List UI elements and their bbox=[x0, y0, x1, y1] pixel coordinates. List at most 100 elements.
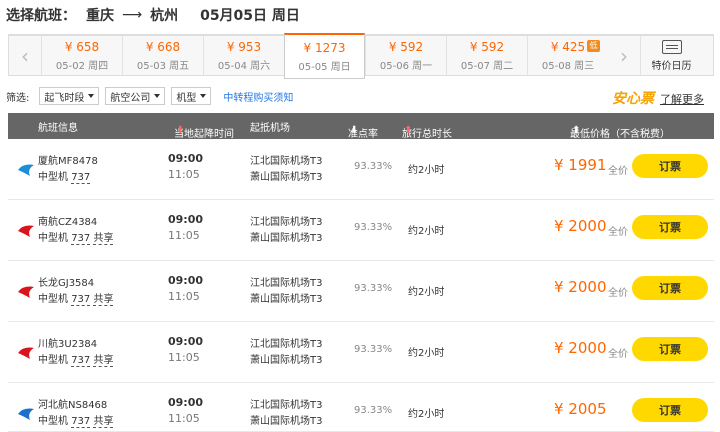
departure-airport: 江北国际机场T3 bbox=[250, 156, 323, 167]
departure-time: 09:00 bbox=[168, 274, 204, 287]
airline-logo-icon bbox=[16, 406, 36, 422]
fare-type-tag: 全价 bbox=[608, 288, 628, 299]
caret-down-icon bbox=[88, 94, 95, 98]
airline-logo-icon bbox=[16, 162, 36, 178]
aircraft-size: 中型机 bbox=[38, 172, 68, 183]
lowest-price: ¥ 2000 bbox=[554, 339, 607, 357]
aircraft-info: 中型机 737 共享 bbox=[38, 412, 114, 428]
origin-city: 重庆 bbox=[86, 8, 114, 24]
aircraft-model[interactable]: 737 bbox=[71, 416, 91, 428]
aircraft-model[interactable]: 737 bbox=[71, 294, 91, 306]
date-cell-0507[interactable]: ¥ 592 05-07 周二 bbox=[446, 36, 527, 75]
flight-row: 长龙GJ3584 中型机 737 共享 09:00 11:05 江北国际机场T3… bbox=[8, 261, 714, 322]
aircraft-model[interactable]: 737 bbox=[71, 172, 91, 184]
airline-flight-number[interactable]: 长龙GJ3584 bbox=[38, 274, 94, 289]
arrival-airport: 萧山国际机场T3 bbox=[250, 233, 323, 244]
aircraft-model[interactable]: 737 bbox=[71, 233, 91, 245]
logo-shape bbox=[18, 164, 34, 176]
date-price: ¥ 425 bbox=[550, 39, 586, 54]
departure-airport: 江北国际机场T3 bbox=[250, 217, 323, 228]
learn-more-link[interactable]: 了解更多 bbox=[660, 91, 704, 107]
ontime-rate: 93.33% bbox=[354, 344, 393, 355]
book-ticket-button[interactable]: 订票 bbox=[632, 276, 708, 300]
book-ticket-button[interactable]: 订票 bbox=[632, 154, 708, 178]
calendar-label: 特价日历 bbox=[651, 60, 692, 72]
codeshare-tag: 共享 bbox=[93, 294, 114, 306]
arrival-airport: 萧山国际机场T3 bbox=[250, 294, 323, 305]
airline-flight-number[interactable]: 河北航NS8468 bbox=[38, 396, 107, 411]
date-cell-0505-active[interactable]: ¥ 1273 05-05 周日 bbox=[284, 33, 365, 79]
caret-down-icon bbox=[154, 94, 161, 98]
aircraft-size: 中型机 bbox=[38, 294, 68, 305]
airline-logo-icon bbox=[16, 345, 36, 361]
date-cell-0506[interactable]: ¥ 592 05-06 周一 bbox=[365, 36, 446, 75]
arrival-airport: 萧山国际机场T3 bbox=[250, 416, 323, 427]
fare-type-tag: 全价 bbox=[608, 349, 628, 360]
book-ticket-button[interactable]: 订票 bbox=[632, 215, 708, 239]
departure-airport: 江北国际机场T3 bbox=[250, 278, 323, 289]
special-price-calendar-button[interactable]: 特价日历 bbox=[640, 36, 702, 75]
lowest-price: ¥ 2000 bbox=[554, 278, 607, 296]
date-label: 05-06 周一 bbox=[379, 60, 433, 72]
filter-option-label: 航空公司 bbox=[110, 92, 151, 104]
date-label: 05-04 周六 bbox=[217, 60, 271, 72]
departure-airport: 江北国际机场T3 bbox=[250, 339, 323, 350]
logo-shape bbox=[18, 286, 34, 298]
logo-shape bbox=[18, 408, 34, 420]
filter-bar: 筛选: 起飞时段 航空公司 机型 中转程购买须知 安心票 了解更多 bbox=[6, 86, 714, 107]
date-cell-0502[interactable]: ¥ 658 05-02 周四 bbox=[41, 36, 122, 75]
date-cell-0504[interactable]: ¥ 953 05-04 周六 bbox=[203, 36, 284, 75]
date-price: ¥ 1273 bbox=[303, 40, 346, 55]
filter-option-label: 起飞时段 bbox=[44, 92, 85, 104]
arrival-airport: 萧山国际机场T3 bbox=[250, 172, 323, 183]
aircraft-model[interactable]: 737 bbox=[71, 355, 91, 367]
airline-logo-icon bbox=[16, 284, 36, 300]
calendar-icon bbox=[661, 39, 682, 54]
travel-duration: 约2小时 bbox=[408, 409, 445, 420]
filter-label: 筛选: bbox=[6, 92, 30, 104]
anxin-ticket-logo: 安心票 bbox=[612, 91, 654, 107]
title-label: 选择航班： bbox=[6, 8, 76, 24]
lowest-price: ¥ 2005 bbox=[554, 400, 607, 418]
book-ticket-button[interactable]: 订票 bbox=[632, 398, 708, 422]
ontime-rate: 93.33% bbox=[354, 161, 393, 172]
aircraft-type-filter[interactable]: 机型 bbox=[171, 87, 212, 105]
flight-row: 南航CZ4384 中型机 737 共享 09:00 11:05 江北国际机场T3… bbox=[8, 200, 714, 261]
book-ticket-button[interactable]: 订票 bbox=[632, 337, 708, 361]
sort-arrow-icon: ⬆ bbox=[404, 125, 413, 136]
aircraft-info: 中型机 737 bbox=[38, 168, 91, 184]
caret-down-icon bbox=[200, 94, 207, 98]
fare-type-tag: 全价 bbox=[608, 166, 628, 177]
ontime-rate: 93.33% bbox=[354, 222, 393, 233]
departure-airport: 江北国际机场T3 bbox=[250, 400, 323, 411]
departure-time: 09:00 bbox=[168, 213, 204, 226]
departure-time-filter[interactable]: 起飞时段 bbox=[39, 87, 100, 105]
aircraft-info: 中型机 737 共享 bbox=[38, 290, 114, 306]
next-dates-chevron-right-icon[interactable]: › bbox=[608, 36, 640, 75]
ontime-rate: 93.33% bbox=[354, 405, 393, 416]
destination-city: 杭州 bbox=[150, 8, 179, 24]
route-arrow-icon: ⟶ bbox=[122, 7, 143, 23]
fare-type-tag: 全价 bbox=[608, 227, 628, 238]
airline-logo-icon bbox=[16, 223, 36, 239]
date-price: ¥ 592 bbox=[388, 39, 424, 54]
airline-flight-number[interactable]: 川航3U2384 bbox=[38, 335, 97, 350]
date-label: 05-03 周五 bbox=[136, 60, 190, 72]
arrival-time: 11:05 bbox=[168, 290, 200, 303]
airline-flight-number[interactable]: 厦航MF8478 bbox=[38, 152, 98, 167]
logo-shape bbox=[18, 225, 34, 237]
airline-flight-number[interactable]: 南航CZ4384 bbox=[38, 213, 97, 228]
flight-row: 厦航MF8478 中型机 737 09:00 11:05 江北国际机场T3 萧山… bbox=[8, 139, 714, 200]
date-label: 05-02 周四 bbox=[55, 60, 109, 72]
date-cell-0508[interactable]: 低 ¥ 425 05-08 周三 bbox=[527, 36, 608, 75]
date-cell-0503[interactable]: ¥ 668 05-03 周五 bbox=[122, 36, 203, 75]
date-price-strip: ‹ ¥ 658 05-02 周四 ¥ 668 05-03 周五 ¥ 953 05… bbox=[8, 33, 714, 79]
lowest-price: ¥ 2000 bbox=[554, 217, 607, 235]
prev-dates-chevron-left-icon[interactable]: ‹ bbox=[9, 36, 41, 75]
aircraft-size: 中型机 bbox=[38, 233, 68, 244]
transfer-notice-link[interactable]: 中转程购买须知 bbox=[223, 89, 293, 104]
flight-table-header: 航班信息 当地起降时间 ⬇ 起抵机场 准点率 ⬇ 旅行总时长 ⬆ 最低价格（不含税费）… bbox=[8, 113, 714, 140]
codeshare-tag: 共享 bbox=[93, 233, 114, 245]
airline-filter[interactable]: 航空公司 bbox=[105, 87, 166, 105]
date-price: ¥ 592 bbox=[469, 39, 505, 54]
